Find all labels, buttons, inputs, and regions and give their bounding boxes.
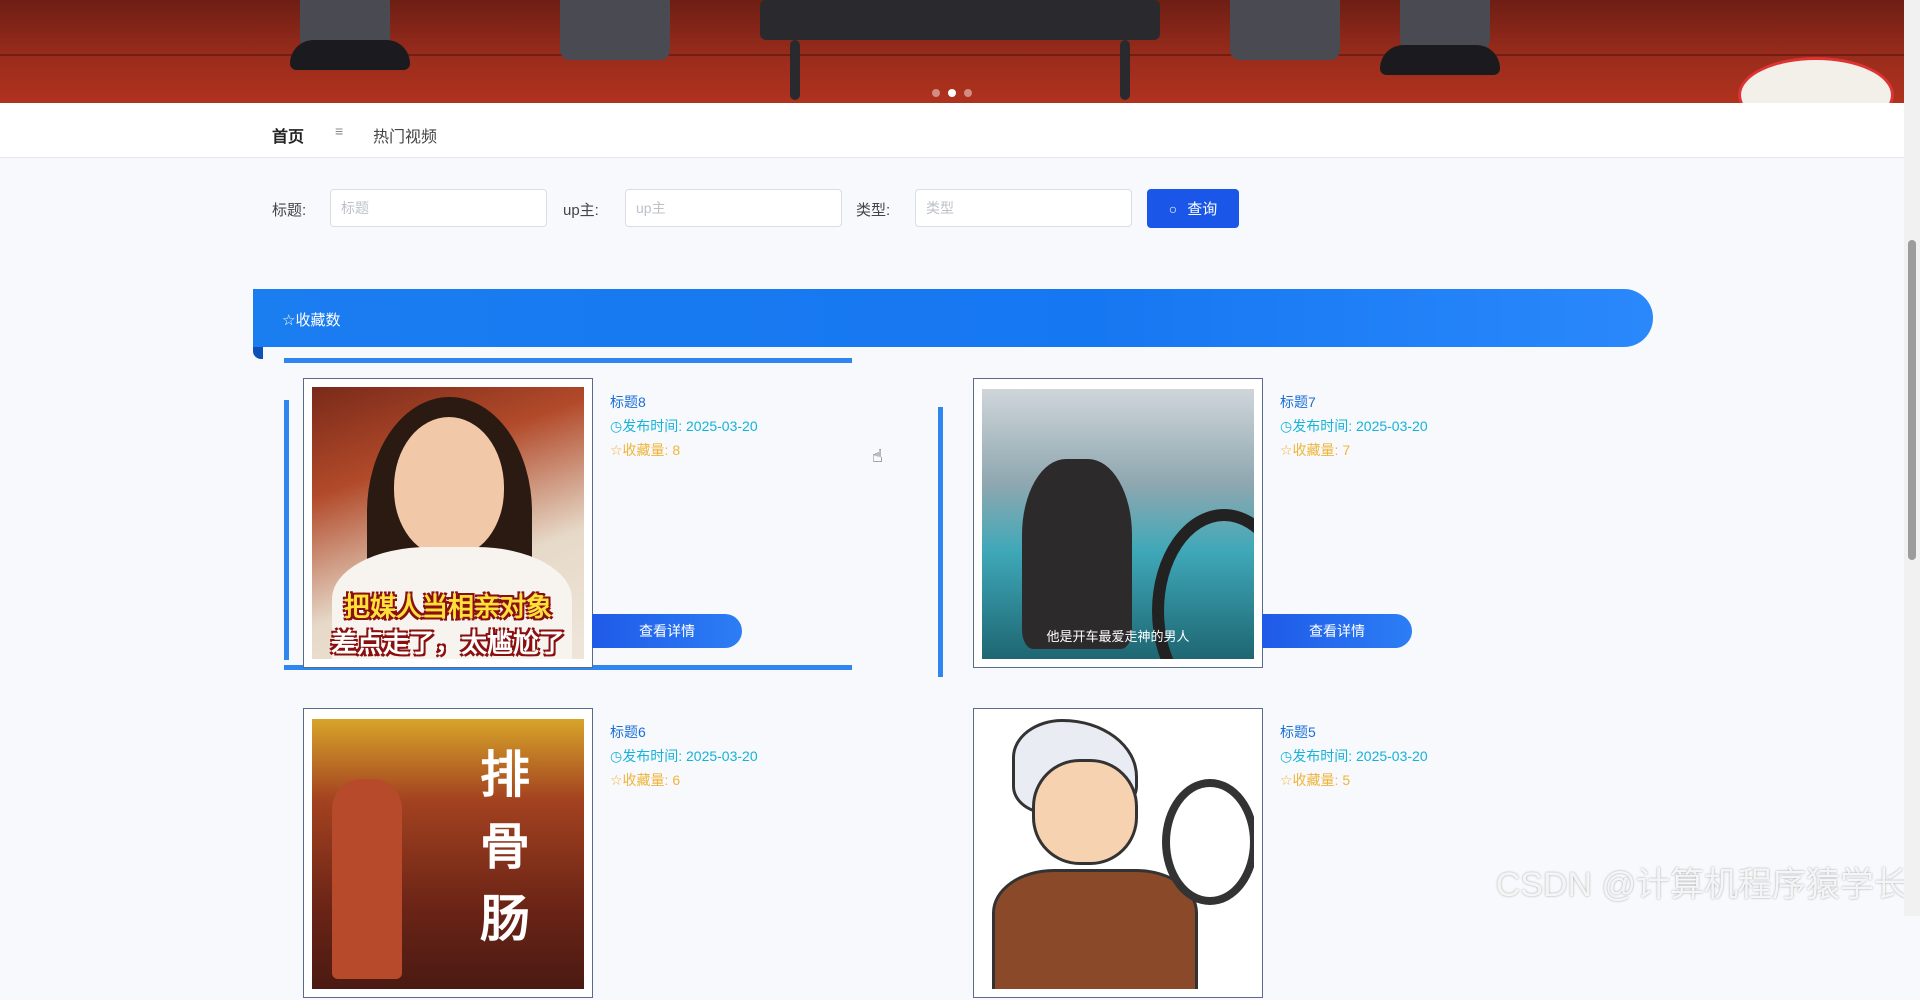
- caption: 他是开车最爱走神的男人: [1046, 629, 1190, 644]
- thumbnail-image: 他是开车最爱走神的男人: [982, 389, 1254, 659]
- image-cartoon-body: [992, 869, 1198, 989]
- nav-hot-videos[interactable]: 热门视频: [373, 123, 437, 147]
- carousel-indicators: [0, 84, 1904, 102]
- video-thumbnail[interactable]: 排骨肠: [303, 708, 593, 998]
- query-button-label: 查询: [1187, 201, 1218, 218]
- nav-separator: ≡: [335, 123, 344, 139]
- card-meta: 标题6 ◷发布时间: 2025-03-20 ☆收藏量: 6: [610, 720, 758, 792]
- card-publish-time: ◷发布时间: 2025-03-20: [610, 418, 758, 434]
- mouse-cursor-icon: ☝: [872, 446, 883, 466]
- image-cartoon-head: [1032, 759, 1138, 865]
- top-banner-carousel[interactable]: [0, 0, 1904, 103]
- type-label: 类型:: [856, 202, 891, 219]
- carousel-dot[interactable]: [932, 89, 940, 97]
- query-button[interactable]: ○ 查询: [1147, 189, 1239, 228]
- section-header: ☆收藏数: [253, 289, 1653, 359]
- thumbnail-image: [982, 719, 1254, 989]
- video-card[interactable]: 把媒人当相亲对象 差点走了，太尴尬了 标题8 ◷发布时间: 2025-03-20…: [284, 358, 952, 670]
- nav-bar: 首页 ≡ 热门视频: [0, 103, 1904, 158]
- page-scrollbar[interactable]: [1904, 0, 1920, 916]
- nav-home[interactable]: 首页: [272, 123, 304, 147]
- card-publish-time: ◷发布时间: 2025-03-20: [1280, 748, 1428, 764]
- column-accent-line: [938, 407, 943, 677]
- card-highlight-left: [284, 400, 289, 660]
- card-fav-count: ☆收藏量: 5: [1280, 772, 1351, 788]
- title-input[interactable]: [330, 189, 547, 227]
- banner-leg: [560, 0, 670, 60]
- caption-line-1: 把媒人当相亲对象: [343, 592, 552, 622]
- banner-table: [760, 0, 1160, 40]
- banner-shoe: [290, 40, 410, 70]
- card-title[interactable]: 标题7: [1280, 390, 1428, 414]
- video-card[interactable]: 标题5 ◷发布时间: 2025-03-20 ☆收藏量: 5: [962, 700, 1622, 1000]
- card-meta: 标题8 ◷发布时间: 2025-03-20 ☆收藏量: 8: [610, 390, 758, 462]
- carousel-dot[interactable]: [964, 89, 972, 97]
- image-person: [332, 779, 402, 979]
- banner-leg: [1400, 0, 1490, 50]
- caption: 排骨肠: [480, 745, 530, 948]
- card-title[interactable]: 标题8: [610, 390, 758, 414]
- title-label: 标题:: [272, 202, 307, 219]
- view-detail-button[interactable]: 查看详情: [592, 614, 742, 648]
- card-fav-count: ☆收藏量: 8: [610, 442, 681, 458]
- video-thumbnail[interactable]: 把媒人当相亲对象 差点走了，太尴尬了: [303, 378, 593, 668]
- scrollbar-thumb[interactable]: [1908, 240, 1916, 560]
- banner-leg: [1230, 0, 1340, 60]
- image-driver: [1022, 459, 1132, 649]
- video-card[interactable]: 他是开车最爱走神的男人 标题7 ◷发布时间: 2025-03-20 ☆收藏量: …: [962, 370, 1622, 670]
- up-label: up主:: [563, 202, 599, 219]
- search-bar: 标题: up主: 类型: ○ 查询: [0, 189, 1904, 229]
- card-title[interactable]: 标题5: [1280, 720, 1428, 744]
- caption-line-2: 差点走了，太尴尬了: [330, 628, 565, 658]
- video-thumbnail[interactable]: 他是开车最爱走神的男人: [973, 378, 1263, 668]
- card-title[interactable]: 标题6: [610, 720, 758, 744]
- card-publish-time: ◷发布时间: 2025-03-20: [1280, 418, 1428, 434]
- card-meta: 标题7 ◷发布时间: 2025-03-20 ☆收藏量: 7: [1280, 390, 1428, 462]
- thumbnail-image: 把媒人当相亲对象 差点走了，太尴尬了: [312, 387, 584, 659]
- section-title: ☆收藏数: [282, 312, 341, 329]
- image-face: [394, 417, 504, 557]
- banner-shoe: [1380, 45, 1500, 75]
- card-meta: 标题5 ◷发布时间: 2025-03-20 ☆收藏量: 5: [1280, 720, 1428, 792]
- card-highlight-top: [284, 358, 852, 363]
- watermark: CSDN @计算机程序猿学长: [1495, 866, 1908, 904]
- search-icon: ○: [1168, 201, 1178, 217]
- video-thumbnail[interactable]: [973, 708, 1263, 998]
- image-cartoon-snake: [1162, 779, 1254, 905]
- up-input[interactable]: [625, 189, 842, 227]
- view-detail-button[interactable]: 查看详情: [1262, 614, 1412, 648]
- card-fav-count: ☆收藏量: 7: [1280, 442, 1351, 458]
- banner-floor-line: [0, 54, 1904, 56]
- card-publish-time: ◷发布时间: 2025-03-20: [610, 748, 758, 764]
- card-fav-count: ☆收藏量: 6: [610, 772, 681, 788]
- carousel-dot-active[interactable]: [948, 89, 956, 97]
- video-card[interactable]: 排骨肠 标题6 ◷发布时间: 2025-03-20 ☆收藏量: 6: [292, 700, 952, 1000]
- type-input[interactable]: [915, 189, 1132, 227]
- thumbnail-image: 排骨肠: [312, 719, 584, 989]
